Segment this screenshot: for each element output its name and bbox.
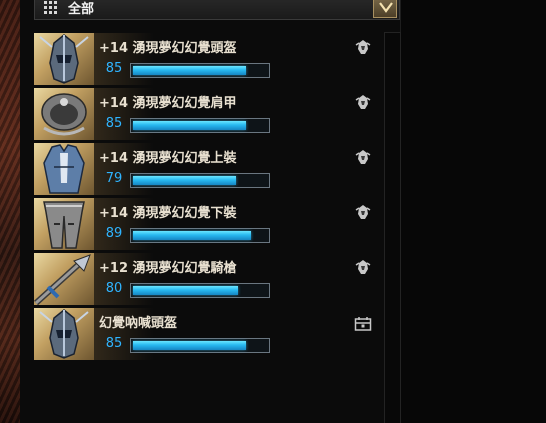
item-name: +12 湧現夢幻幻覺騎槍 [99,261,237,276]
background-right [401,0,546,423]
item-thumbnail [34,143,94,195]
item-name: +14 湧現夢幻幻覺頭盔 [99,41,237,56]
guild-emblem-icon[interactable] [354,149,372,165]
progress-bar [130,228,270,243]
filter-label: 全部 [68,2,95,17]
list-scrollbar[interactable] [384,32,401,423]
item-level: 85 [105,61,123,76]
item-thumbnail [34,88,94,140]
list-item[interactable]: 幻覺吶喊頭盔 85 [34,308,379,360]
chest-armor-icon [43,144,85,194]
item-level: 89 [105,226,123,241]
progress-fill [133,341,246,350]
guild-emblem-icon[interactable] [354,94,372,110]
item-name: 幻覺吶喊頭盔 [99,316,178,331]
item-name: +14 湧現夢幻幻覺肩甲 [99,96,237,111]
item-level: 85 [105,116,123,131]
progress-bar [130,118,270,133]
list-item[interactable]: +14 湧現夢幻幻覺下裝 89 [34,198,379,250]
list-item[interactable]: +14 湧現夢幻幻覺上裝 79 [34,143,379,195]
item-thumbnail [34,308,94,360]
progress-bar [130,338,270,353]
progress-fill [133,231,251,240]
progress-fill [133,121,246,130]
progress-fill [133,176,236,185]
account-chest-icon[interactable] [354,316,372,332]
list-item[interactable]: +12 湧現夢幻幻覺騎槍 80 [34,253,379,305]
background-scenery [0,0,20,423]
item-name: +14 湧現夢幻幻覺下裝 [99,206,237,221]
guild-emblem-icon[interactable] [354,204,372,220]
progress-bar [130,63,270,78]
pauldron-icon [41,93,87,136]
item-thumbnail [34,33,94,85]
progress-bar [130,173,270,188]
guild-emblem-icon[interactable] [354,39,372,55]
list-item[interactable]: +14 湧現夢幻幻覺頭盔 85 [34,33,379,85]
dropdown-toggle-button[interactable] [373,0,397,18]
category-filter-dropdown[interactable]: 全部 [34,0,400,20]
helmet-icon [39,34,89,84]
progress-bar [130,283,270,298]
lance-icon [34,254,91,305]
grid-icon [44,1,57,14]
chevron-down-icon [379,2,393,13]
guild-emblem-icon[interactable] [354,259,372,275]
item-thumbnail [34,253,94,305]
item-level: 80 [105,281,123,296]
progress-fill [133,286,238,295]
item-thumbnail [34,198,94,250]
item-level: 79 [105,171,123,186]
item-name: +14 湧現夢幻幻覺上裝 [99,151,237,166]
list-item[interactable]: +14 湧現夢幻幻覺肩甲 85 [34,88,379,140]
leg-armor-icon [43,201,85,249]
progress-fill [133,66,246,75]
item-level: 85 [105,336,123,351]
helmet-icon [39,309,89,359]
